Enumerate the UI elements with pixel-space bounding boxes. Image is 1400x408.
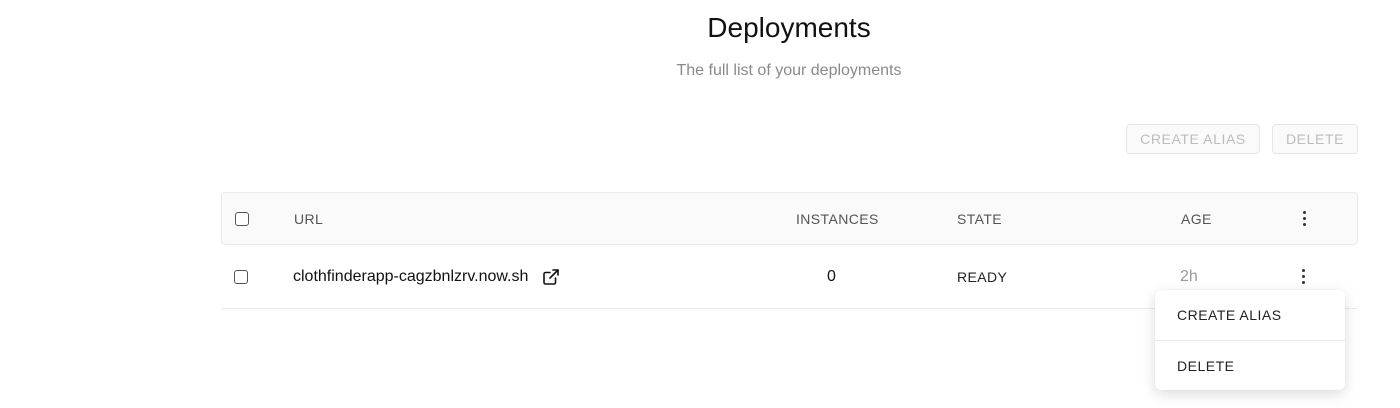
column-header-state[interactable]: STATE <box>957 193 1002 244</box>
delete-button[interactable]: DELETE <box>1272 124 1358 154</box>
row-kebab-menu-icon[interactable] <box>1302 269 1305 284</box>
select-all-cell <box>235 193 249 244</box>
select-all-checkbox[interactable] <box>235 211 249 226</box>
kebab-menu-icon[interactable] <box>1303 211 1306 226</box>
header-menu-cell <box>1303 193 1306 244</box>
column-header-url[interactable]: URL <box>294 193 323 244</box>
create-alias-button[interactable]: CREATE ALIAS <box>1126 124 1260 154</box>
table-header: URL INSTANCES STATE AGE <box>221 192 1358 245</box>
menu-item-create-alias[interactable]: CREATE ALIAS <box>1155 290 1345 340</box>
external-link-icon[interactable] <box>542 268 560 286</box>
row-context-menu: CREATE ALIAS DELETE <box>1155 290 1345 390</box>
deployment-url-link[interactable]: clothfinderapp-cagzbnlzrv.now.sh <box>293 268 528 286</box>
deployments-page: Deployments The full list of your deploy… <box>0 0 1400 408</box>
page-subtitle: The full list of your deployments <box>676 62 902 79</box>
url-cell: clothfinderapp-cagzbnlzrv.now.sh <box>293 245 560 308</box>
instances-value: 0 <box>827 267 836 285</box>
row-checkbox[interactable] <box>234 269 248 284</box>
menu-item-delete[interactable]: DELETE <box>1155 341 1345 391</box>
row-select-cell <box>234 245 248 308</box>
column-header-age[interactable]: AGE <box>1181 193 1212 244</box>
column-header-instances[interactable]: INSTANCES <box>796 193 879 244</box>
state-value: READY <box>957 268 1008 285</box>
page-title: Deployments <box>707 12 871 43</box>
